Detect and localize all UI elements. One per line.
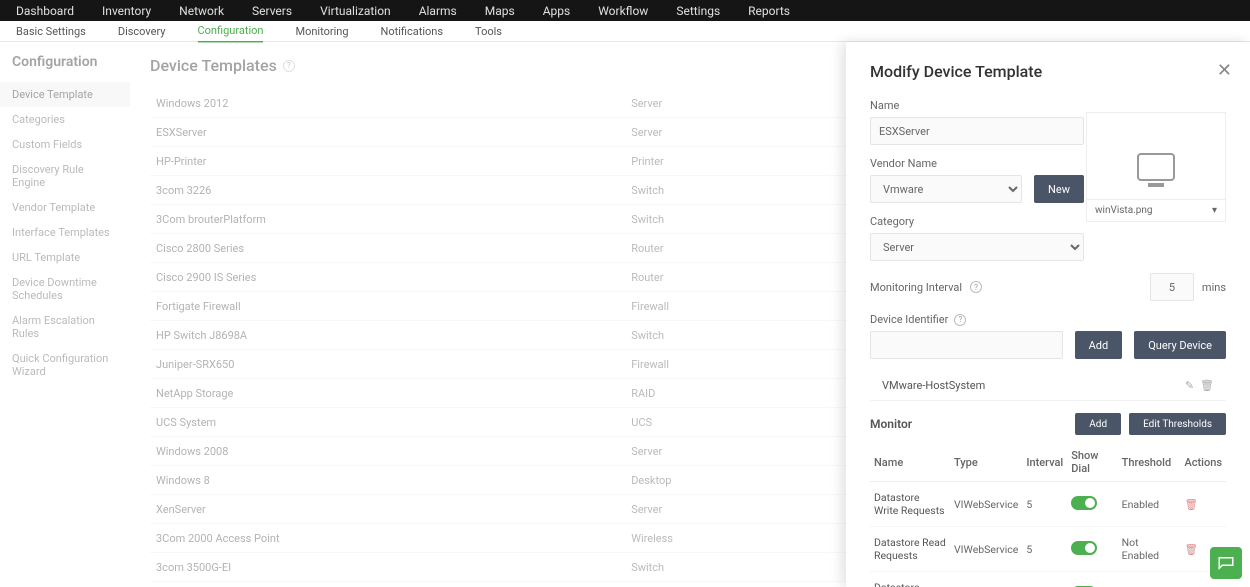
subnav-monitoring[interactable]: Monitoring	[295, 21, 348, 42]
name-label: Name	[870, 99, 1084, 112]
device-id-row: VMware-HostSystem ✎🗑	[870, 371, 1226, 401]
delete-icon[interactable]: 🗑	[1200, 379, 1214, 392]
sidebar-item[interactable]: Device Template	[0, 82, 130, 107]
nav-inventory[interactable]: Inventory	[102, 4, 151, 18]
nav-maps[interactable]: Maps	[485, 4, 515, 18]
devid-label: Device Identifier	[870, 313, 948, 326]
monitor-row: Datastore Write RequestsVIWebService5Ena…	[870, 482, 1226, 527]
nav-settings[interactable]: Settings	[676, 4, 720, 18]
panel-title: Modify Device Template	[870, 62, 1226, 81]
edit-icon[interactable]: ✎	[1185, 379, 1194, 392]
devid-input[interactable]	[870, 331, 1063, 359]
top-nav: Dashboard Inventory Network Servers Virtuali…	[0, 0, 1250, 21]
monitor-table: NameTypeIntervalShow DialThresholdAction…	[870, 443, 1226, 587]
subnav-configuration[interactable]: Configuration	[198, 20, 264, 43]
nav-apps[interactable]: Apps	[543, 4, 571, 18]
dial-toggle[interactable]	[1071, 541, 1097, 555]
interval-input[interactable]	[1150, 273, 1194, 301]
col-header: Interval	[1022, 443, 1067, 482]
sub-nav: Basic Settings Discovery Configuration Moni…	[0, 21, 1250, 42]
chat-button[interactable]	[1210, 547, 1242, 579]
col-header: Name	[870, 443, 950, 482]
image-name: winVista.png	[1095, 205, 1153, 216]
add-devid-button[interactable]: Add	[1075, 331, 1123, 359]
nav-network[interactable]: Network	[179, 4, 224, 18]
name-input[interactable]	[870, 117, 1084, 145]
query-device-button[interactable]: Query Device	[1134, 331, 1226, 359]
sidebar: Configuration Device TemplateCategoriesC…	[0, 42, 130, 587]
monitor-row: Datastore Write LatencyVIWebService5Enab…	[870, 572, 1226, 587]
col-header: Show Dial	[1067, 443, 1117, 482]
col-header: Type	[950, 443, 1022, 482]
dial-toggle[interactable]	[1071, 496, 1097, 510]
subnav-notifications[interactable]: Notifications	[381, 21, 444, 42]
nav-dashboard[interactable]: Dashboard	[16, 4, 74, 18]
nav-alarms[interactable]: Alarms	[419, 4, 457, 18]
close-icon[interactable]: ✕	[1217, 60, 1232, 81]
nav-servers[interactable]: Servers	[252, 4, 292, 18]
sidebar-item[interactable]: Custom Fields	[0, 132, 130, 157]
delete-icon[interactable]: 🗑	[1184, 543, 1197, 556]
new-vendor-button[interactable]: New	[1034, 175, 1084, 203]
sidebar-item[interactable]: URL Template	[0, 245, 130, 270]
nav-reports[interactable]: Reports	[748, 4, 790, 18]
vendor-select[interactable]: Vmware	[870, 175, 1022, 203]
chevron-down-icon[interactable]: ▾	[1212, 205, 1217, 216]
help-icon[interactable]: ?	[970, 281, 982, 293]
subnav-tools[interactable]: Tools	[475, 21, 502, 42]
col-header: Threshold	[1118, 443, 1181, 482]
sidebar-item[interactable]: Alarm Escalation Rules	[0, 308, 130, 346]
edit-thresholds-button[interactable]: Edit Thresholds	[1129, 413, 1226, 435]
sidebar-item[interactable]: Vendor Template	[0, 195, 130, 220]
add-monitor-button[interactable]: Add	[1075, 413, 1121, 435]
image-picker[interactable]: winVista.png ▾	[1086, 112, 1226, 222]
delete-icon[interactable]: 🗑	[1184, 498, 1197, 511]
sidebar-item[interactable]: Discovery Rule Engine	[0, 157, 130, 195]
col-header: Actions	[1180, 443, 1226, 482]
nav-virtualization[interactable]: Virtualization	[320, 4, 391, 18]
sidebar-item[interactable]: Categories	[0, 107, 130, 132]
vendor-label: Vendor Name	[870, 157, 1084, 170]
category-select[interactable]: Server	[870, 233, 1084, 261]
sidebar-item[interactable]: Interface Templates	[0, 220, 130, 245]
help-icon[interactable]: ?	[954, 314, 966, 326]
subnav-discovery[interactable]: Discovery	[118, 21, 166, 42]
interval-label: Monitoring Interval	[870, 281, 962, 294]
category-label: Category	[870, 215, 1084, 228]
nav-workflow[interactable]: Workflow	[598, 4, 648, 18]
modify-panel: ✕ Modify Device Template Name Vendor Nam…	[846, 42, 1250, 587]
monitor-row: Datastore Read RequestsVIWebService5Not …	[870, 527, 1226, 572]
interval-unit: mins	[1202, 281, 1226, 294]
sidebar-item[interactable]: Quick Configuration Wizard	[0, 346, 130, 384]
monitor-title: Monitor	[870, 417, 912, 431]
sidebar-item[interactable]: Device Downtime Schedules	[0, 270, 130, 308]
monitor-icon	[1137, 153, 1175, 181]
help-icon[interactable]: ?	[283, 60, 295, 72]
sidebar-title: Configuration	[0, 54, 130, 82]
subnav-basic-settings[interactable]: Basic Settings	[16, 21, 86, 42]
